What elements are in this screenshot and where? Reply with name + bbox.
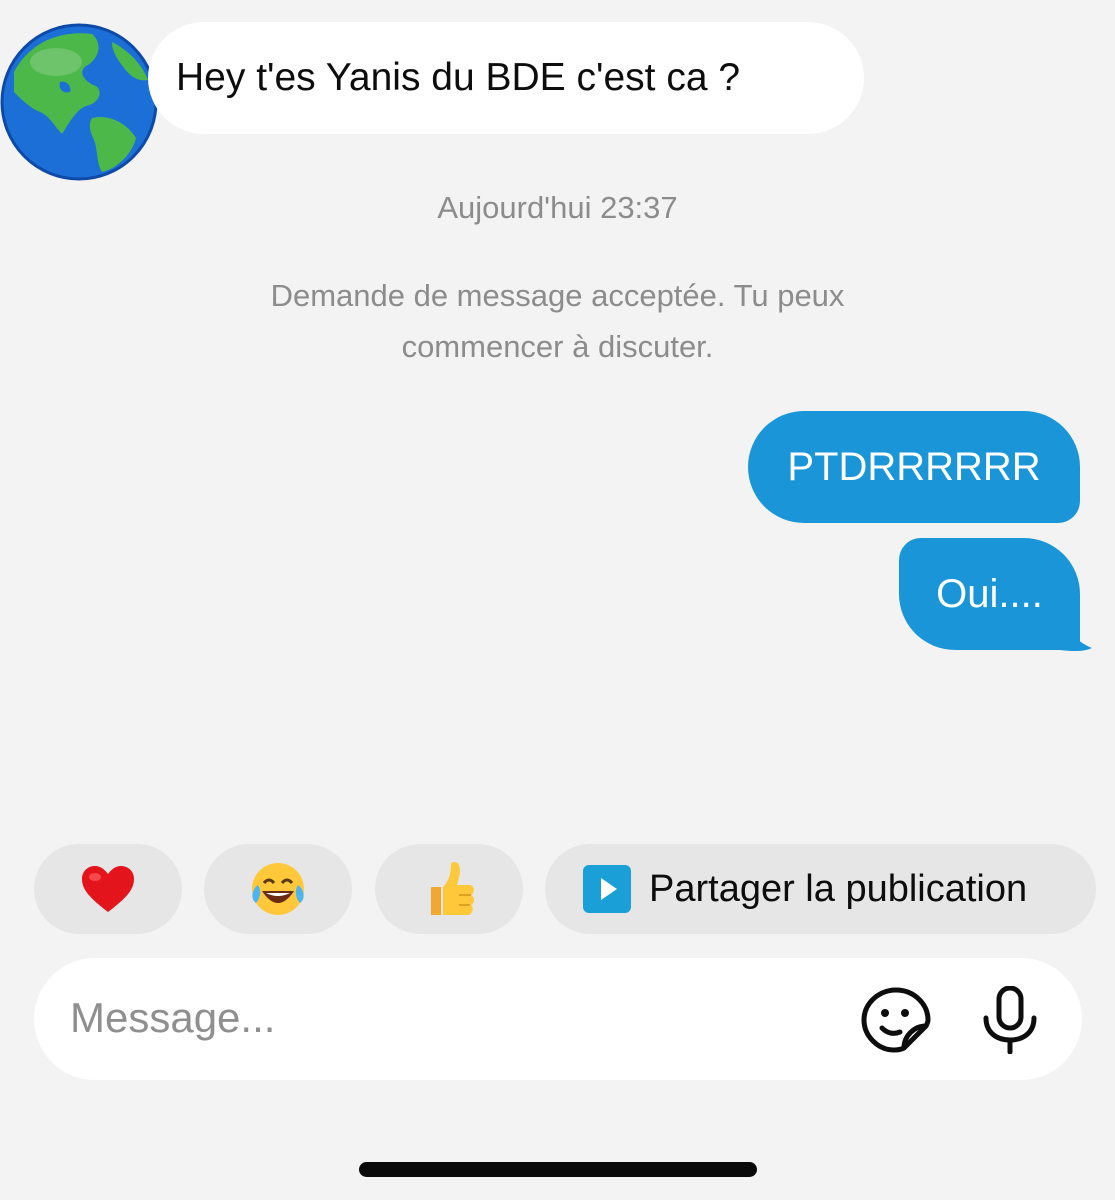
outgoing-message-text: Oui.... [936, 571, 1043, 616]
bubble-tail-icon [1060, 628, 1092, 652]
home-indicator[interactable] [359, 1162, 757, 1177]
share-post-button[interactable]: Partager la publication [545, 844, 1096, 934]
sticker-icon [861, 987, 931, 1053]
incoming-message-text: Hey t'es Yanis du BDE c'est ca ? [176, 56, 741, 99]
message-composer [34, 958, 1082, 1080]
outgoing-message-text: PTDRRRRRR [787, 444, 1041, 489]
incoming-message-bubble[interactable]: Hey t'es Yanis du BDE c'est ca ? [148, 22, 864, 134]
system-note-line: Demande de message acceptée. Tu peux [270, 278, 845, 313]
message-input[interactable] [70, 988, 770, 1048]
globe-icon [0, 23, 158, 181]
sticker-button[interactable] [860, 986, 932, 1059]
quick-reaction-thumbs-up[interactable] [375, 844, 523, 934]
microphone-icon [983, 985, 1037, 1055]
outgoing-message-bubble[interactable]: PTDRRRRRR [748, 411, 1080, 523]
system-note: Demande de message acceptée. Tu peux com… [200, 270, 915, 372]
face-with-tears-of-joy-icon [252, 863, 304, 915]
thumbs-up-icon [431, 862, 474, 915]
system-note-line: commencer à discuter. [401, 329, 714, 364]
microphone-button[interactable] [978, 985, 1042, 1059]
quick-reaction-heart[interactable] [34, 844, 182, 934]
outgoing-message-bubble[interactable]: Oui.... [899, 538, 1080, 650]
message-timestamp: Aujourd'hui 23:37 [437, 190, 678, 225]
play-icon [583, 865, 631, 913]
quick-reaction-laugh[interactable] [204, 844, 352, 934]
red-heart-icon [82, 866, 134, 912]
share-post-label: Partager la publication [649, 867, 1028, 910]
avatar[interactable] [0, 22, 158, 182]
